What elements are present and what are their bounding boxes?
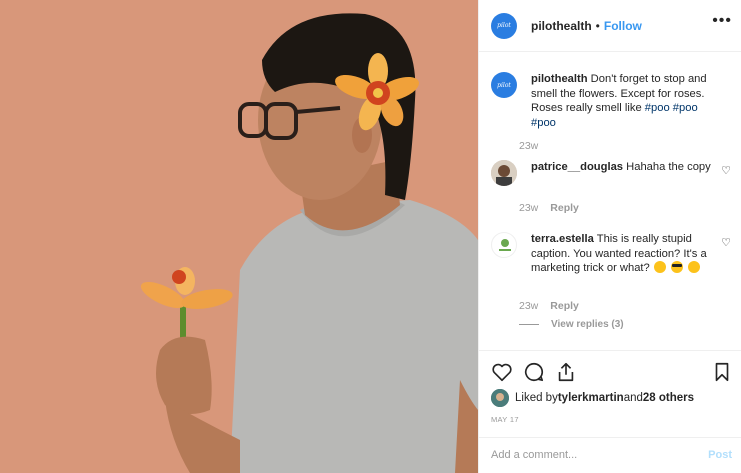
post-username[interactable]: pilothealth xyxy=(531,19,592,33)
comment-body: Hahaha the copy xyxy=(623,161,711,173)
post-photo[interactable] xyxy=(0,0,478,473)
follow-button[interactable]: Follow xyxy=(604,19,642,33)
comment-meta: 23w Reply xyxy=(519,202,579,214)
grinning-sweat-emoji-icon xyxy=(653,261,666,273)
post-button[interactable]: Post xyxy=(708,449,732,461)
hashtag-link[interactable]: #poo xyxy=(645,102,670,114)
hashtag-link[interactable]: #poo xyxy=(531,117,556,129)
avatar[interactable]: pilot xyxy=(491,12,517,39)
action-icons xyxy=(491,361,731,385)
view-replies-label: View replies (3) xyxy=(551,319,624,330)
caption-avatar[interactable]: pilot xyxy=(491,72,517,98)
post-date: MAY 17 xyxy=(491,415,519,424)
avatar[interactable] xyxy=(491,160,517,186)
more-icon[interactable]: ••• xyxy=(712,13,732,29)
avatar[interactable] xyxy=(491,232,517,258)
caption-text: pilothealth Don't forget to stop and sme… xyxy=(531,72,711,130)
small-heart-icon[interactable]: ♡ xyxy=(721,236,731,249)
replies-divider xyxy=(519,324,539,325)
post-actions: Liked by tylerkmartin and 28 others MAY … xyxy=(479,350,741,472)
grin-emoji-icon xyxy=(688,261,701,273)
sunglasses-emoji-icon xyxy=(670,261,683,273)
comment-text: patrice__douglas Hahaha the copy xyxy=(531,160,711,175)
likes-others-link[interactable]: 28 others xyxy=(643,392,694,404)
liker-username[interactable]: tylerkmartin xyxy=(558,392,624,404)
caption-age: 23w xyxy=(519,140,539,152)
share-icon[interactable] xyxy=(555,361,577,383)
reply-button[interactable]: Reply xyxy=(550,300,579,312)
liker-avatar[interactable] xyxy=(491,389,509,407)
comment-age: 23w xyxy=(519,202,539,214)
comment-text: terra.estella This is really stupid capt… xyxy=(531,232,711,276)
caption-username[interactable]: pilothealth xyxy=(531,73,588,85)
avatar-logo xyxy=(499,239,511,251)
liker-avatar-photo xyxy=(491,389,509,407)
comment-username[interactable]: terra.estella xyxy=(531,233,594,245)
comment-meta: 23w Reply xyxy=(519,300,579,312)
comments-list: pilot pilothealth Don't forget to stop a… xyxy=(479,52,741,350)
post-side-panel: pilot pilothealth • Follow ••• pilot pil… xyxy=(478,0,741,473)
comment-box: Add a comment... Post xyxy=(479,437,741,473)
heart-icon[interactable] xyxy=(491,361,513,383)
post-header: pilot pilothealth • Follow ••• xyxy=(479,0,741,52)
separator-dot: • xyxy=(595,18,600,33)
small-heart-icon[interactable]: ♡ xyxy=(721,164,731,177)
comment-username[interactable]: patrice__douglas xyxy=(531,161,623,173)
reply-button[interactable]: Reply xyxy=(550,202,579,214)
view-replies-button[interactable]: View replies (3) xyxy=(519,319,624,330)
comment-icon[interactable] xyxy=(523,361,545,383)
caption-meta: 23w xyxy=(519,140,538,152)
post-image-illustration xyxy=(0,0,478,473)
bookmark-icon[interactable] xyxy=(711,361,733,383)
comment-age: 23w xyxy=(519,300,539,312)
likes-summary: Liked by tylerkmartin and 28 others xyxy=(491,389,694,407)
likes-middle: and xyxy=(623,392,643,404)
avatar-photo xyxy=(491,160,517,186)
avatar-text: pilot xyxy=(497,81,511,89)
hashtag-link[interactable]: #poo xyxy=(673,102,698,114)
comment-input[interactable]: Add a comment... xyxy=(491,449,577,461)
likes-prefix: Liked by xyxy=(515,392,558,404)
